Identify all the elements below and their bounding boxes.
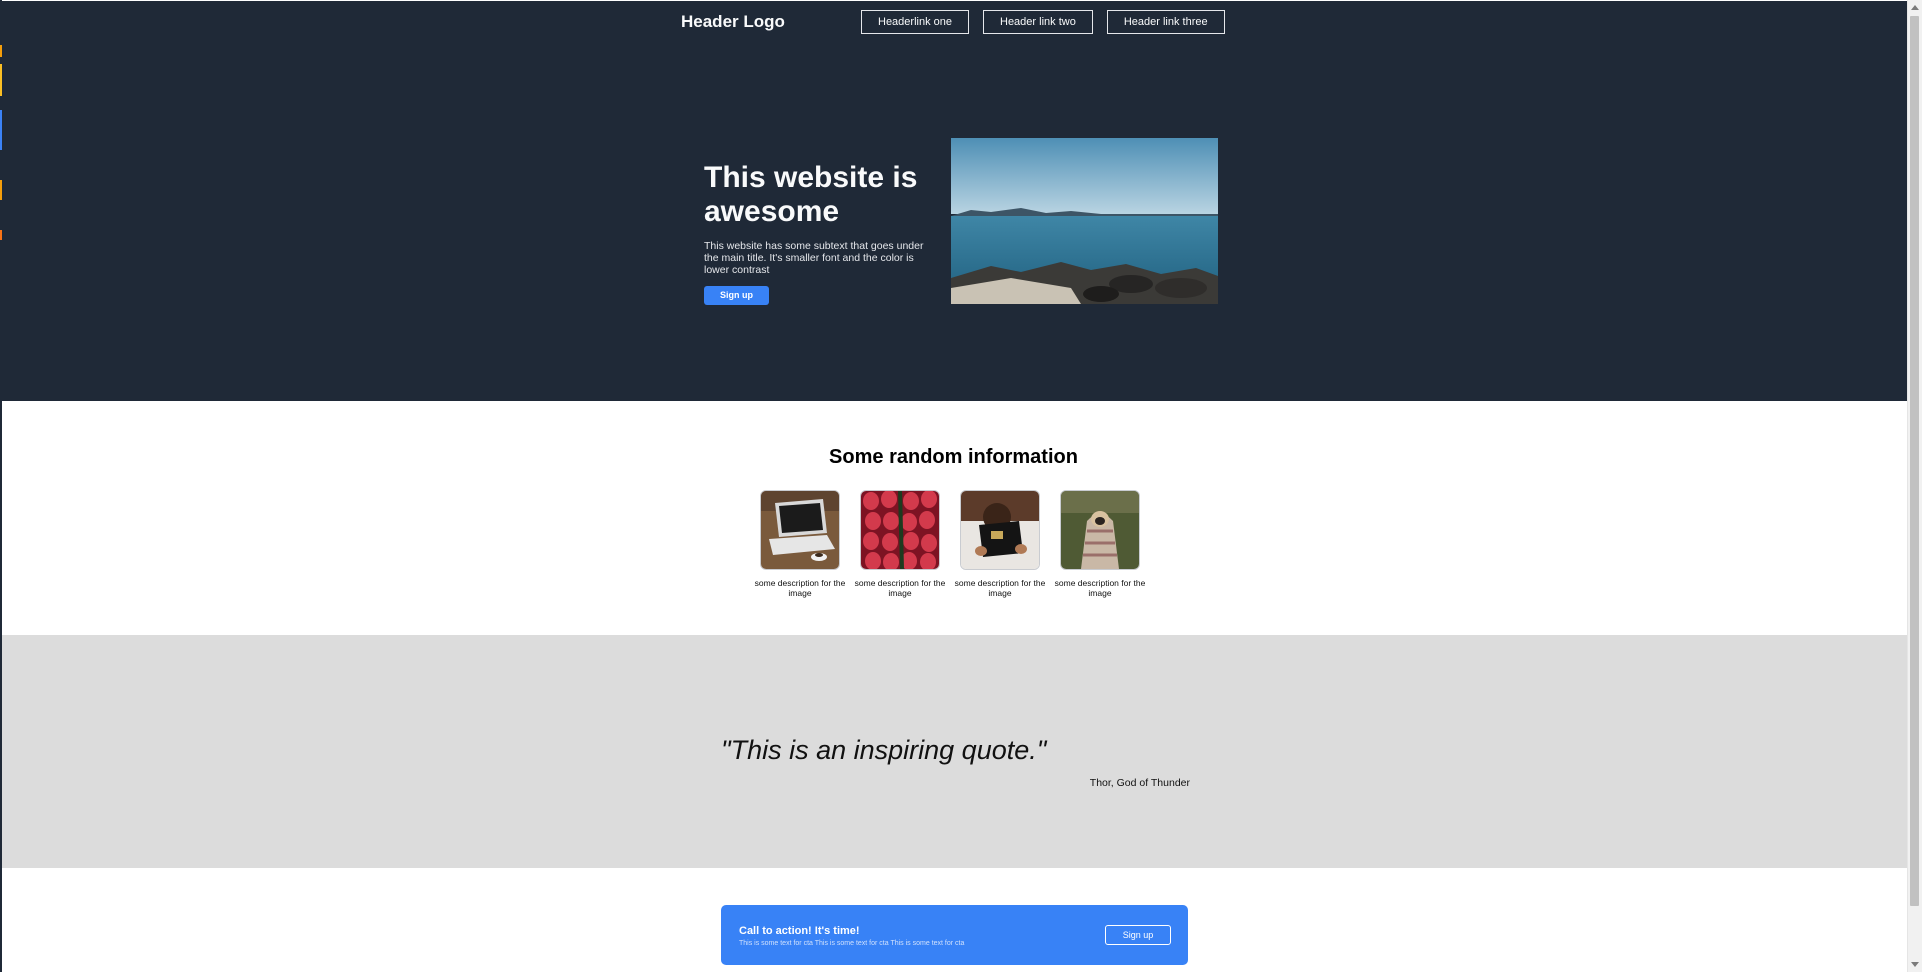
quote-text: "This is an inspiring quote." (721, 735, 1047, 765)
header-nav: Headerlink one Header link two Header li… (861, 10, 1225, 34)
info-cards: some description for the image some desc… (754, 490, 1146, 598)
card-image (960, 490, 1040, 570)
info-card: some description for the image (954, 490, 1046, 598)
card-image (1060, 490, 1140, 570)
card-caption: some description for the image (854, 578, 946, 598)
hero-section: Header Logo Headerlink one Header link t… (2, 1, 1907, 401)
pug-blanket-photo-icon (1061, 491, 1139, 569)
info-card: some description for the image (854, 490, 946, 598)
scrollbar-thumb[interactable] (1910, 16, 1919, 906)
card-caption: some description for the image (754, 578, 846, 598)
strawberries-photo-icon (861, 491, 939, 569)
cta-title: Call to action! It's time! (739, 925, 860, 937)
quote-section: "This is an inspiring quote." Thor, God … (2, 635, 1907, 868)
laptop-photo-icon (761, 491, 839, 569)
call-to-action-box: Call to action! It's time! This is some … (721, 905, 1188, 965)
hero-image (951, 138, 1218, 304)
lake-rocks-photo-icon (951, 138, 1218, 304)
card-image (860, 490, 940, 570)
header-link-two[interactable]: Header link two (983, 10, 1093, 34)
vertical-scrollbar[interactable] (1907, 0, 1922, 972)
scroll-down-arrow-icon[interactable] (1911, 962, 1919, 967)
card-caption: some description for the image (954, 578, 1046, 598)
header-link-three[interactable]: Header link three (1106, 10, 1225, 34)
info-card: some description for the image (1054, 490, 1146, 598)
hero-text-block: This website is awesome This website has… (704, 161, 934, 305)
reading-book-photo-icon (961, 491, 1039, 569)
header-link-one[interactable]: Headerlink one (861, 10, 969, 34)
hero-signup-button[interactable]: Sign up (704, 286, 769, 305)
card-caption: some description for the image (1054, 578, 1146, 598)
hero-subtext: This website has some subtext that goes … (704, 240, 924, 276)
quote-author: Thor, God of Thunder (1089, 777, 1190, 789)
cta-signup-button[interactable]: Sign up (1105, 925, 1171, 945)
info-section-title: Some random information (829, 446, 1078, 468)
info-card: some description for the image (754, 490, 846, 598)
page: Header Logo Headerlink one Header link t… (0, 0, 1922, 972)
cta-subtext: This is some text for cta This is some t… (739, 940, 965, 947)
header-logo[interactable]: Header Logo (681, 12, 785, 32)
hero-title: This website is awesome (704, 161, 918, 228)
scroll-up-arrow-icon[interactable] (1911, 5, 1919, 10)
card-image (760, 490, 840, 570)
